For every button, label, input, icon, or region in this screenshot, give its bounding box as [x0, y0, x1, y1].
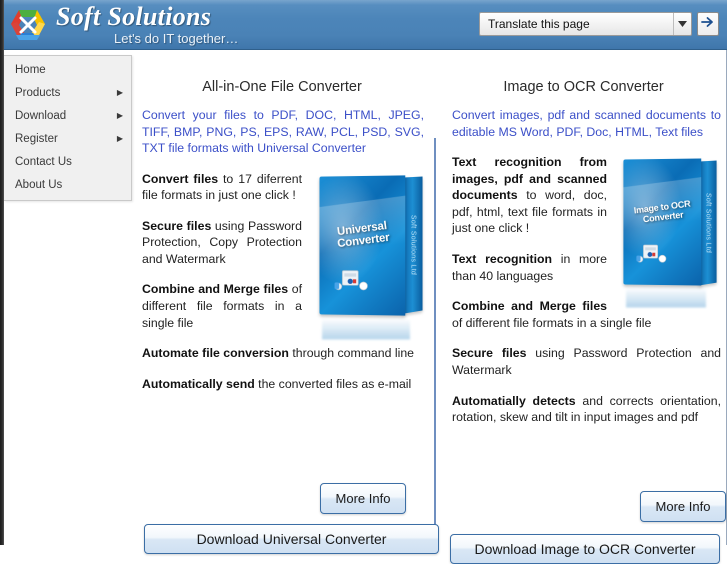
translate-go-button[interactable]: [697, 12, 719, 36]
brand-tagline: Let's do IT together…: [114, 31, 239, 46]
feature-bold: Secure files: [452, 346, 527, 361]
sidebar-item-products[interactable]: Products ▶: [4, 82, 131, 104]
boxshot-product-illustration: [333, 262, 372, 298]
main-navigation-sidebar: Home Products ▶ Download ▶ Register ▶ Co…: [4, 55, 132, 201]
feature-bold: Secure files: [142, 218, 212, 233]
sidebar-item-download[interactable]: Download ▶: [4, 105, 131, 127]
product-features-block: Soft Solutions Ltd Universal Converter C…: [132, 171, 432, 393]
feature-bold: Text recognition: [452, 251, 553, 266]
translate-select[interactable]: Translate this page: [479, 12, 692, 36]
sidebar-item-register[interactable]: Register ▶: [4, 128, 131, 150]
product-intro-text: Convert your files to PDF, DOC, HTML, JP…: [142, 108, 424, 155]
sidebar-item-label: Home: [15, 64, 46, 76]
translate-widget: Translate this page: [479, 12, 719, 36]
product-column-universal-converter: All-in-One File Converter Convert your f…: [132, 50, 432, 406]
content-area: All-in-One File Converter Convert your f…: [132, 50, 727, 564]
brand-name: Soft Solutions: [56, 2, 212, 31]
sidebar-item-contact-us[interactable]: Contact Us: [4, 151, 131, 173]
boxshot-spine: Soft Solutions Ltd: [403, 176, 424, 315]
sidebar-item-label: Register: [15, 133, 58, 145]
arrow-right-icon: [701, 15, 715, 33]
sidebar-item-label: Download: [15, 110, 67, 122]
boxshot-title: Image to OCR Converter: [633, 198, 692, 225]
boxshot-title: Universal Converter: [337, 219, 391, 250]
product-intro-text: Convert images, pdf and scanned document…: [452, 108, 721, 139]
brand-block: Soft Solutions Let's do IT together…: [56, 2, 386, 47]
feature-bold: Automate file conversion: [142, 346, 289, 361]
feature-item: Automatically send the converted files a…: [142, 376, 424, 393]
more-info-button-universal-converter[interactable]: More Info: [320, 483, 406, 514]
product-boxshot-universal-converter: Soft Solutions Ltd Universal Converter: [312, 173, 432, 340]
feature-bold: Combine and Merge files: [452, 299, 607, 314]
feature-item: Automatially detects and corrects orient…: [452, 393, 721, 426]
boxshot-front: Image to OCR Converter: [623, 158, 702, 286]
window-left-edge: [0, 0, 4, 545]
boxshot-product-illustration: [636, 237, 672, 270]
feature-rest: of different file formats in a single fi…: [452, 315, 652, 330]
chevron-down-icon[interactable]: [673, 13, 691, 35]
feature-rest: the converted files as e-mail: [254, 376, 412, 391]
page-title: All-in-One File Converter: [202, 79, 362, 95]
product-column-image-to-ocr: Image to OCR Converter Convert images, p…: [440, 50, 727, 440]
column-divider: [434, 138, 436, 545]
feature-bold: Convert files: [142, 171, 219, 186]
submenu-arrow-icon: ▶: [116, 134, 123, 143]
boxshot-reflection: [625, 288, 706, 308]
submenu-arrow-icon: ▶: [116, 111, 123, 120]
feature-bold: Automatially detects: [452, 393, 576, 408]
feature-item: Automate file conversion through command…: [142, 345, 424, 362]
more-info-button-image-to-ocr[interactable]: More Info: [640, 491, 726, 522]
feature-bold: Automatically send: [142, 376, 255, 391]
sidebar-item-home[interactable]: Home: [4, 59, 131, 81]
boxshot-front: Universal Converter: [319, 175, 406, 316]
submenu-arrow-icon: ▶: [116, 88, 123, 97]
sidebar-item-label: Contact Us: [15, 156, 72, 168]
page-title: Image to OCR Converter: [503, 79, 664, 95]
feature-rest: through command line: [288, 346, 415, 361]
product-features-block: Soft Solutions Ltd Image to OCR Converte…: [440, 154, 727, 426]
download-button-image-to-ocr[interactable]: Download Image to OCR Converter: [450, 534, 720, 564]
translate-selected-value: Translate this page: [488, 17, 590, 31]
download-button-universal-converter[interactable]: Download Universal Converter: [144, 524, 439, 554]
recycle-hex-logo-icon[interactable]: [7, 4, 49, 46]
sidebar-item-label: About Us: [15, 179, 63, 191]
boxshot-reflection: [321, 317, 411, 340]
feature-bold: Combine and Merge files: [142, 282, 289, 297]
sidebar-item-label: Products: [15, 87, 61, 99]
site-header: Soft Solutions Let's do IT together… Tra…: [0, 0, 727, 50]
product-boxshot-image-to-ocr: Soft Solutions Ltd Image to OCR Converte…: [617, 156, 725, 308]
sidebar-item-about-us[interactable]: About Us: [4, 174, 131, 196]
feature-item: Secure files using Password Protection a…: [452, 345, 721, 378]
boxshot-spine-text: Soft Solutions Ltd: [704, 191, 712, 253]
boxshot-spine: Soft Solutions Ltd: [699, 159, 718, 285]
boxshot-spine-text: Soft Solutions Ltd: [410, 214, 417, 276]
